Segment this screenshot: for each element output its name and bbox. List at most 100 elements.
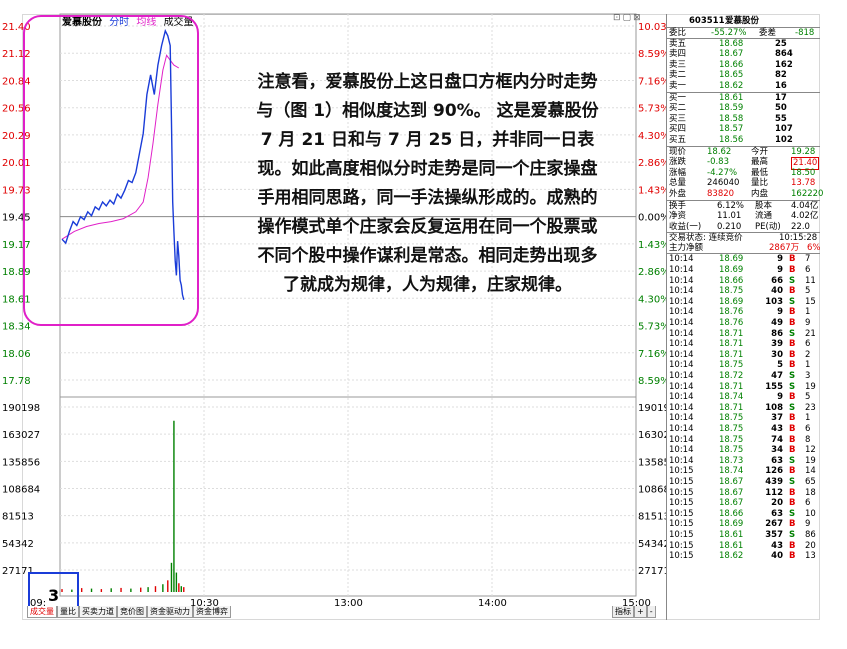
tick-price: 18.75: [719, 423, 744, 434]
weibi-value: -55.27%: [711, 28, 747, 38]
zoom-out-button[interactable]: -: [646, 606, 656, 618]
pct-tick-label: 1.43%: [638, 185, 666, 196]
pct-tick-label: 8.59%: [638, 376, 666, 387]
sell-volume: 162: [775, 59, 793, 70]
tick-count: 65: [805, 476, 816, 487]
tick-price: 18.75: [719, 434, 744, 445]
stat-value: 18.62: [707, 146, 732, 157]
stat-label: 现价: [669, 146, 687, 157]
tab-auction-chart[interactable]: 竞价图: [117, 606, 147, 618]
tick-time: 10:15: [669, 551, 694, 562]
stat-label: 外盘: [669, 188, 687, 199]
buy-order-row: 买五 18.56 102: [667, 135, 820, 146]
tick-count: 5: [805, 392, 811, 403]
pct-tick-label: 7.16%: [638, 76, 666, 87]
buy-volume: 55: [775, 113, 787, 124]
tab-fund-driver[interactable]: 资金驱动力: [147, 606, 193, 618]
stat-value-2: 19.28: [791, 146, 816, 157]
tick-count: 3: [805, 371, 811, 381]
tick-side: S: [789, 275, 796, 286]
tick-side: B: [789, 487, 796, 498]
tab-intraday[interactable]: 分时: [109, 17, 129, 28]
tab-volume-ratio[interactable]: 量比: [57, 606, 79, 618]
tick-time: 10:15: [669, 529, 694, 540]
tick-side: S: [789, 402, 796, 413]
tick-side: B: [789, 551, 796, 562]
tick-row: 10:14 18.72 47 S 3: [667, 371, 820, 382]
tick-row: 10:15 18.67 112 B 18: [667, 488, 820, 499]
tick-volume: 112: [765, 487, 783, 498]
stat-value-2: 22.0: [791, 221, 810, 232]
sell-orders: 卖五 18.68 25 卖四 18.67 864 卖三 18.66 162 卖二 18.65 82 卖一…: [667, 39, 820, 92]
volume-tick-label-right: 135856: [638, 457, 666, 468]
stock-name: 爱慕股份: [62, 17, 102, 28]
tick-count: 13: [805, 551, 816, 562]
indicator-button[interactable]: 指标: [612, 606, 634, 618]
sell-level-label: 卖二: [669, 70, 687, 81]
stock-code: 603511: [689, 16, 725, 26]
main-fund-row: 主力净额 2867万 6%: [667, 243, 821, 254]
tick-volume: 37: [771, 413, 783, 424]
tick-volume: 9: [777, 392, 783, 403]
tick-time: 10:14: [669, 455, 694, 466]
tick-list[interactable]: 10:14 18.69 9 B 7 10:14 18.69 9 B 6 10:14 18.66 66 S 1…: [667, 253, 820, 561]
sell-price: 18.66: [719, 59, 744, 70]
tick-side: B: [789, 318, 796, 329]
price-tick-label: 20.01: [2, 158, 31, 169]
tick-price: 18.74: [719, 392, 744, 403]
tick-side: S: [789, 529, 796, 540]
tick-volume: 267: [765, 519, 783, 530]
tick-count: 23: [805, 402, 816, 413]
tick-time: 10:14: [669, 318, 694, 329]
stat-value: -0.83: [707, 157, 729, 168]
sell-level-label: 卖五: [669, 38, 687, 49]
volume-tick-label-right: 81513: [638, 512, 666, 523]
pct-tick-label: 4.30%: [638, 294, 666, 305]
sell-level-label: 卖三: [669, 59, 687, 70]
tab-volume[interactable]: 成交量: [164, 17, 194, 28]
figure-number: 3: [48, 586, 60, 605]
stat-row: 总量 246040 量比 13.78: [667, 178, 820, 189]
window-maximize-icon[interactable]: ▢: [623, 13, 632, 23]
tick-time: 10:14: [669, 423, 694, 434]
tab-volume-indicator[interactable]: 成交量: [27, 606, 57, 618]
tick-count: 10: [805, 508, 816, 519]
buy-level-label: 买一: [669, 92, 687, 103]
tick-volume: 108: [765, 402, 783, 413]
quote-stats-extra: 换手 6.12% 股本 4.04亿 净资 11.01 流通 4.02亿 收益(一) 0.210 PE…: [667, 199, 820, 233]
tick-time: 10:14: [669, 307, 694, 318]
sell-price: 18.67: [719, 49, 744, 60]
quote-panel: 603511 爱慕股份 委比 -55.27% 委差 -818 卖五 18.68 25…: [666, 14, 823, 620]
tick-count: 6: [805, 423, 811, 434]
tick-side: S: [789, 328, 796, 339]
tick-price: 18.67: [719, 498, 744, 509]
buy-volume: 102: [775, 134, 793, 145]
tick-count: 9: [805, 318, 811, 329]
pct-tick-label: 4.30%: [638, 131, 666, 142]
tick-price: 18.69: [719, 265, 744, 276]
tick-count: 6: [805, 498, 811, 509]
tick-count: 6: [805, 265, 811, 276]
stat-label-2: 内盘: [751, 188, 769, 199]
tick-row: 10:14 18.75 37 B 1: [667, 413, 820, 424]
tick-row: 10:14 18.76 49 B 9: [667, 318, 820, 329]
sell-volume: 864: [775, 49, 793, 60]
tick-count: 2: [805, 349, 811, 360]
tick-row: 10:15 18.69 267 B 9: [667, 519, 820, 530]
stat-value: 0.210: [717, 221, 742, 232]
tick-count: 86: [805, 529, 816, 540]
sell-level-label: 卖一: [669, 80, 687, 91]
weicha-label: 委差: [759, 28, 777, 38]
tick-price: 18.69: [719, 254, 744, 265]
window-restore-icon[interactable]: ⊡: [613, 13, 621, 23]
tick-side: S: [789, 476, 796, 487]
tab-buy-sell-power[interactable]: 买卖力道: [79, 606, 117, 618]
tab-fund-game[interactable]: 资金博弈: [193, 606, 231, 618]
tick-time: 10:15: [669, 476, 694, 487]
tick-volume: 43: [771, 540, 783, 551]
tick-side: B: [789, 349, 796, 360]
window-close-icon[interactable]: ⊠: [633, 13, 641, 23]
zoom-in-button[interactable]: +: [634, 606, 647, 618]
chart-title-bar: 爱慕股份 分时 均线 成交量: [62, 13, 198, 28]
tab-avg-line[interactable]: 均线: [136, 17, 156, 28]
